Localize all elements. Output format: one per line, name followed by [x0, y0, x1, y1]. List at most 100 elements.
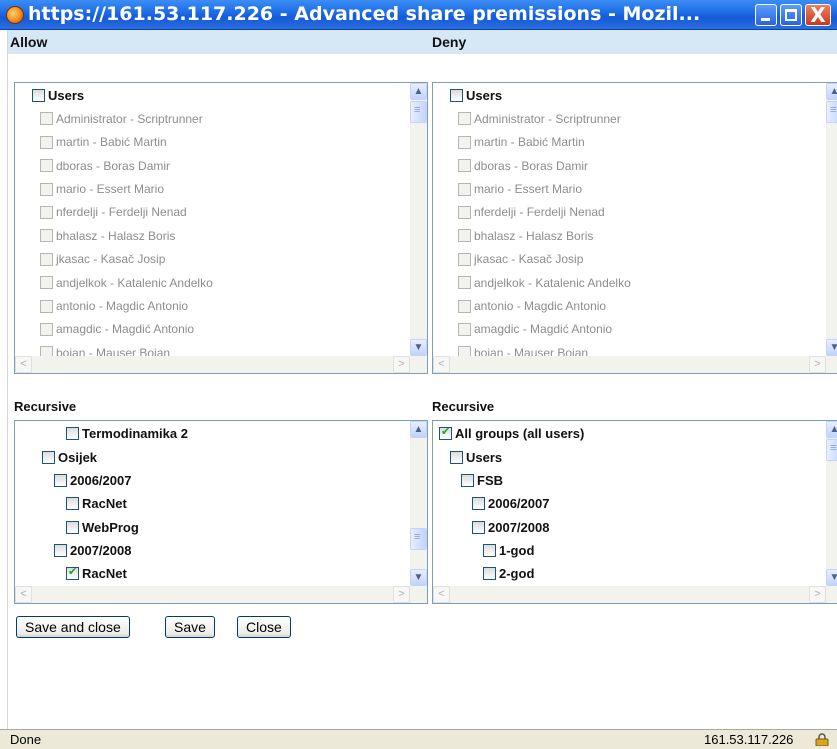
checkbox[interactable] — [40, 182, 53, 196]
close-button[interactable]: Close — [237, 616, 291, 638]
user-item[interactable]: Administrator - Scriptrunner — [40, 111, 203, 131]
checkbox[interactable] — [40, 159, 53, 173]
user-item[interactable]: nferdelji - Ferdelji Nenad — [40, 205, 187, 225]
tree-node[interactable]: Osijek — [42, 449, 97, 469]
user-item[interactable]: amagdic - Magdić Antonio — [40, 322, 194, 342]
checkbox[interactable] — [40, 346, 53, 356]
allow-groups-list[interactable]: Termodinamika 2 Osijek 2006/2007 RacNet WebP… — [14, 420, 428, 604]
horizontal-scrollbar[interactable]: < > — [433, 356, 837, 373]
tree-node-users[interactable]: Users — [32, 88, 84, 108]
checkbox[interactable] — [458, 135, 471, 149]
user-item[interactable]: mario - Essert Mario — [458, 181, 582, 201]
tree-node[interactable]: FSB — [461, 473, 503, 493]
save-button[interactable]: Save — [165, 616, 215, 638]
checkbox[interactable] — [450, 450, 463, 464]
scroll-thumb[interactable] — [410, 101, 427, 123]
user-item[interactable]: martin - Babić Martin — [40, 134, 167, 154]
scroll-up-button[interactable]: ▲ — [826, 421, 837, 438]
minimize-button[interactable] — [755, 4, 777, 26]
user-item[interactable]: andjelkok - Katalenic Andelko — [40, 275, 213, 295]
checkbox[interactable] — [439, 425, 452, 441]
user-item[interactable]: bojan - Mauser Bojan — [40, 345, 170, 356]
tree-node[interactable]: 2007/2008 — [54, 543, 131, 563]
horizontal-scrollbar[interactable]: < > — [15, 356, 427, 373]
horizontal-scrollbar[interactable]: < > — [433, 586, 837, 603]
user-item[interactable]: amagdic - Magdić Antonio — [458, 322, 612, 342]
user-item[interactable]: mario - Essert Mario — [40, 181, 164, 201]
checkbox[interactable] — [458, 182, 471, 196]
checkbox[interactable] — [66, 497, 79, 511]
checkbox[interactable] — [458, 346, 471, 356]
checkbox[interactable] — [458, 112, 471, 126]
checkbox[interactable] — [42, 450, 55, 464]
tree-node[interactable]: WebProg — [66, 519, 139, 539]
checkbox[interactable] — [458, 276, 471, 290]
checkbox[interactable] — [458, 229, 471, 243]
user-item[interactable]: dboras - Boras Damir — [40, 158, 170, 178]
user-item[interactable]: nferdelji - Ferdelji Nenad — [458, 205, 605, 225]
scroll-down-button[interactable]: ▼ — [410, 569, 427, 586]
scroll-left-button[interactable]: < — [15, 586, 32, 603]
user-item[interactable]: jkasac - Kasač Josip — [40, 251, 165, 271]
checkbox[interactable] — [40, 252, 53, 266]
user-item[interactable]: bojan - Mauser Bojan — [458, 345, 588, 356]
checkbox[interactable] — [472, 520, 485, 534]
checkbox[interactable] — [54, 473, 67, 487]
checkbox[interactable] — [40, 299, 53, 313]
scroll-thumb[interactable] — [826, 439, 837, 461]
checkbox[interactable] — [458, 322, 471, 336]
maximize-button[interactable] — [780, 4, 802, 26]
scroll-up-button[interactable]: ▲ — [410, 83, 427, 100]
user-item[interactable]: andjelkok - Katalenic Andelko — [458, 275, 631, 295]
horizontal-scrollbar[interactable]: < > — [15, 586, 427, 603]
scroll-left-button[interactable]: < — [433, 586, 450, 603]
tree-node[interactable]: 2-god — [483, 566, 534, 586]
checkbox[interactable] — [483, 567, 496, 581]
user-item[interactable]: jkasac - Kasač Josip — [458, 251, 583, 271]
scroll-right-button[interactable]: > — [809, 586, 826, 603]
allow-users-list[interactable]: Users Administrator - Scriptrunner martin … — [14, 82, 428, 374]
scroll-up-button[interactable]: ▲ — [410, 421, 427, 438]
checkbox[interactable] — [40, 135, 53, 149]
checkbox[interactable] — [483, 543, 496, 557]
user-item[interactable]: Administrator - Scriptrunner — [458, 111, 621, 131]
checkbox[interactable] — [66, 427, 79, 441]
scroll-left-button[interactable]: < — [433, 356, 450, 373]
tree-node[interactable]: RacNet — [66, 496, 127, 516]
checkbox[interactable] — [66, 520, 79, 534]
checkbox[interactable] — [40, 276, 53, 290]
checkbox[interactable] — [32, 89, 45, 103]
scroll-left-button[interactable]: < — [15, 356, 32, 373]
scroll-down-button[interactable]: ▼ — [826, 569, 837, 586]
checkbox[interactable] — [66, 565, 79, 581]
tree-node[interactable]: 1-god — [483, 543, 534, 563]
tree-node-users[interactable]: Users — [450, 88, 502, 108]
tree-node[interactable]: Termodinamika 2 — [66, 426, 188, 446]
checkbox[interactable] — [40, 205, 53, 219]
scroll-down-button[interactable]: ▼ — [410, 339, 427, 356]
user-item[interactable]: antonio - Magdic Antonio — [458, 298, 606, 318]
tree-node[interactable]: 2006/2007 — [472, 496, 549, 516]
tree-node[interactable]: 2007/2008 — [472, 519, 549, 539]
vertical-scrollbar[interactable]: ▲ ▼ — [826, 421, 837, 586]
scroll-right-button[interactable]: > — [393, 586, 410, 603]
vertical-scrollbar[interactable]: ▲ ▼ — [410, 83, 427, 356]
deny-users-list[interactable]: Users Administrator - Scriptrunner martin … — [432, 82, 837, 374]
scroll-down-button[interactable]: ▼ — [826, 339, 837, 356]
scroll-right-button[interactable]: > — [809, 356, 826, 373]
tree-node[interactable]: 2006/2007 — [54, 473, 131, 493]
checkbox[interactable] — [40, 322, 53, 336]
checkbox[interactable] — [458, 159, 471, 173]
checkbox[interactable] — [458, 252, 471, 266]
scroll-right-button[interactable]: > — [393, 356, 410, 373]
checkbox[interactable] — [54, 543, 67, 557]
checkbox[interactable] — [450, 89, 463, 103]
scroll-thumb[interactable] — [410, 528, 427, 550]
checkbox[interactable] — [40, 229, 53, 243]
scroll-up-button[interactable]: ▲ — [826, 83, 837, 100]
close-window-button[interactable]: X — [805, 3, 831, 27]
checkbox[interactable] — [458, 205, 471, 219]
checkbox[interactable] — [472, 497, 485, 511]
scroll-thumb[interactable] — [826, 101, 837, 123]
checkbox[interactable] — [461, 473, 474, 487]
